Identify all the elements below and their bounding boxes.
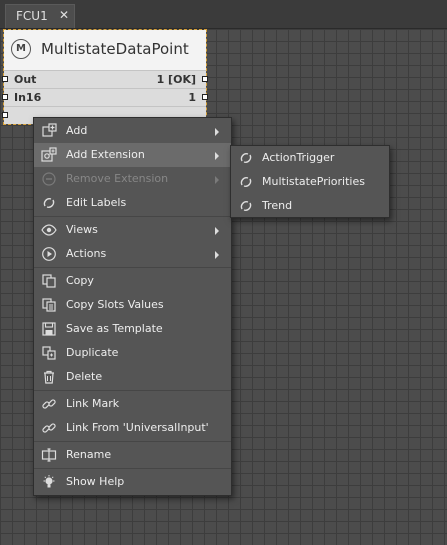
edit-labels-icon xyxy=(41,195,57,211)
menu-item-label: Actions xyxy=(66,247,107,260)
menu-item-add[interactable]: Add xyxy=(34,119,231,143)
menu-item-save-as-template[interactable]: Save as Template xyxy=(34,317,231,341)
menu-item-label: Remove Extension xyxy=(66,172,169,185)
slot-out[interactable]: Out 1 [OK] xyxy=(2,70,208,88)
remove-extension-icon xyxy=(41,171,57,187)
slot-name: Out xyxy=(14,73,37,86)
menu-item-duplicate[interactable]: Duplicate xyxy=(34,341,231,365)
context-menu: Add Add Extension Remove Extension Edit … xyxy=(33,117,232,496)
menu-item-link-mark[interactable]: Link Mark xyxy=(34,392,231,416)
submenu-arrow-icon xyxy=(215,251,219,259)
play-icon xyxy=(41,246,57,262)
node-header[interactable]: M MultistateDataPoint xyxy=(4,30,206,70)
submenu-item-multistate-priorities[interactable]: MultistatePriorities xyxy=(231,170,389,194)
extension-icon xyxy=(238,198,254,214)
save-template-icon xyxy=(41,321,57,337)
port-right[interactable] xyxy=(202,94,208,100)
menu-item-delete[interactable]: Delete xyxy=(34,365,231,389)
port-right[interactable] xyxy=(202,76,208,82)
menu-item-remove-extension: Remove Extension xyxy=(34,167,231,191)
menu-item-label: Delete xyxy=(66,370,103,383)
slot-value: 1 xyxy=(188,91,196,104)
menu-item-copy-slots-values[interactable]: Copy Slots Values xyxy=(34,293,231,317)
multistate-icon: M xyxy=(11,39,31,59)
slot-value: 1 [OK] xyxy=(156,73,196,86)
duplicate-icon xyxy=(41,345,57,361)
tab-fcu1[interactable]: FCU1 ✕ xyxy=(5,4,75,28)
menu-item-link-from[interactable]: Link From 'UniversalInput' xyxy=(34,416,231,440)
rename-icon xyxy=(41,447,57,463)
menu-item-label: Add xyxy=(66,124,88,137)
menu-item-copy[interactable]: Copy xyxy=(34,269,231,293)
submenu-item-label: MultistatePriorities xyxy=(262,175,365,188)
menu-item-label: Rename xyxy=(66,448,112,461)
eye-icon xyxy=(41,222,57,238)
slot-in16[interactable]: In16 1 xyxy=(2,88,208,106)
add-extension-submenu: ActionTrigger MultistatePriorities Trend xyxy=(230,145,390,218)
port-left[interactable] xyxy=(2,112,8,118)
submenu-item-label: Trend xyxy=(262,199,293,212)
menu-item-label: Copy xyxy=(66,274,94,287)
slot-name: In16 xyxy=(14,91,42,104)
submenu-arrow-icon xyxy=(215,176,219,184)
menu-item-show-help[interactable]: Show Help xyxy=(34,470,231,494)
menu-item-label: Edit Labels xyxy=(66,196,127,209)
submenu-item-trend[interactable]: Trend xyxy=(231,194,389,218)
menu-item-edit-labels[interactable]: Edit Labels xyxy=(34,191,231,215)
menu-item-actions[interactable]: Actions xyxy=(34,242,231,266)
menu-separator xyxy=(34,390,231,391)
menu-item-rename[interactable]: Rename xyxy=(34,443,231,467)
submenu-arrow-icon xyxy=(215,152,219,160)
submenu-arrow-icon xyxy=(215,128,219,136)
menu-item-label: Save as Template xyxy=(66,322,163,335)
node-title: MultistateDataPoint xyxy=(41,40,189,58)
menu-item-views[interactable]: Views xyxy=(34,218,231,242)
menu-separator xyxy=(34,468,231,469)
menu-separator xyxy=(34,441,231,442)
extension-icon xyxy=(238,174,254,190)
submenu-arrow-icon xyxy=(215,227,219,235)
menu-separator xyxy=(34,216,231,217)
menu-item-label: Add Extension xyxy=(66,148,145,161)
submenu-item-label: ActionTrigger xyxy=(262,151,335,164)
close-icon[interactable]: ✕ xyxy=(59,8,69,22)
copy-icon xyxy=(41,273,57,289)
menu-item-label: Link Mark xyxy=(66,397,120,410)
menu-item-add-extension[interactable]: Add Extension xyxy=(34,143,231,167)
tab-label: FCU1 xyxy=(16,9,48,23)
link-icon xyxy=(41,396,57,412)
port-left[interactable] xyxy=(2,76,8,82)
add-icon xyxy=(41,123,57,139)
tab-bar: FCU1 ✕ xyxy=(0,0,447,29)
port-left[interactable] xyxy=(2,94,8,100)
menu-separator xyxy=(34,267,231,268)
multistate-data-point-node[interactable]: M MultistateDataPoint Out 1 [OK] In16 1 xyxy=(2,29,208,125)
add-extension-icon xyxy=(41,147,57,163)
menu-item-label: Show Help xyxy=(66,475,125,488)
submenu-item-action-trigger[interactable]: ActionTrigger xyxy=(231,146,389,170)
menu-item-label: Link From 'UniversalInput' xyxy=(66,421,209,434)
menu-item-label: Copy Slots Values xyxy=(66,298,164,311)
extension-icon xyxy=(238,150,254,166)
link-from-icon xyxy=(41,420,57,436)
copy-slots-icon xyxy=(41,297,57,313)
trash-icon xyxy=(41,369,57,385)
menu-item-label: Views xyxy=(66,223,98,236)
help-bulb-icon xyxy=(41,474,57,490)
menu-item-label: Duplicate xyxy=(66,346,119,359)
